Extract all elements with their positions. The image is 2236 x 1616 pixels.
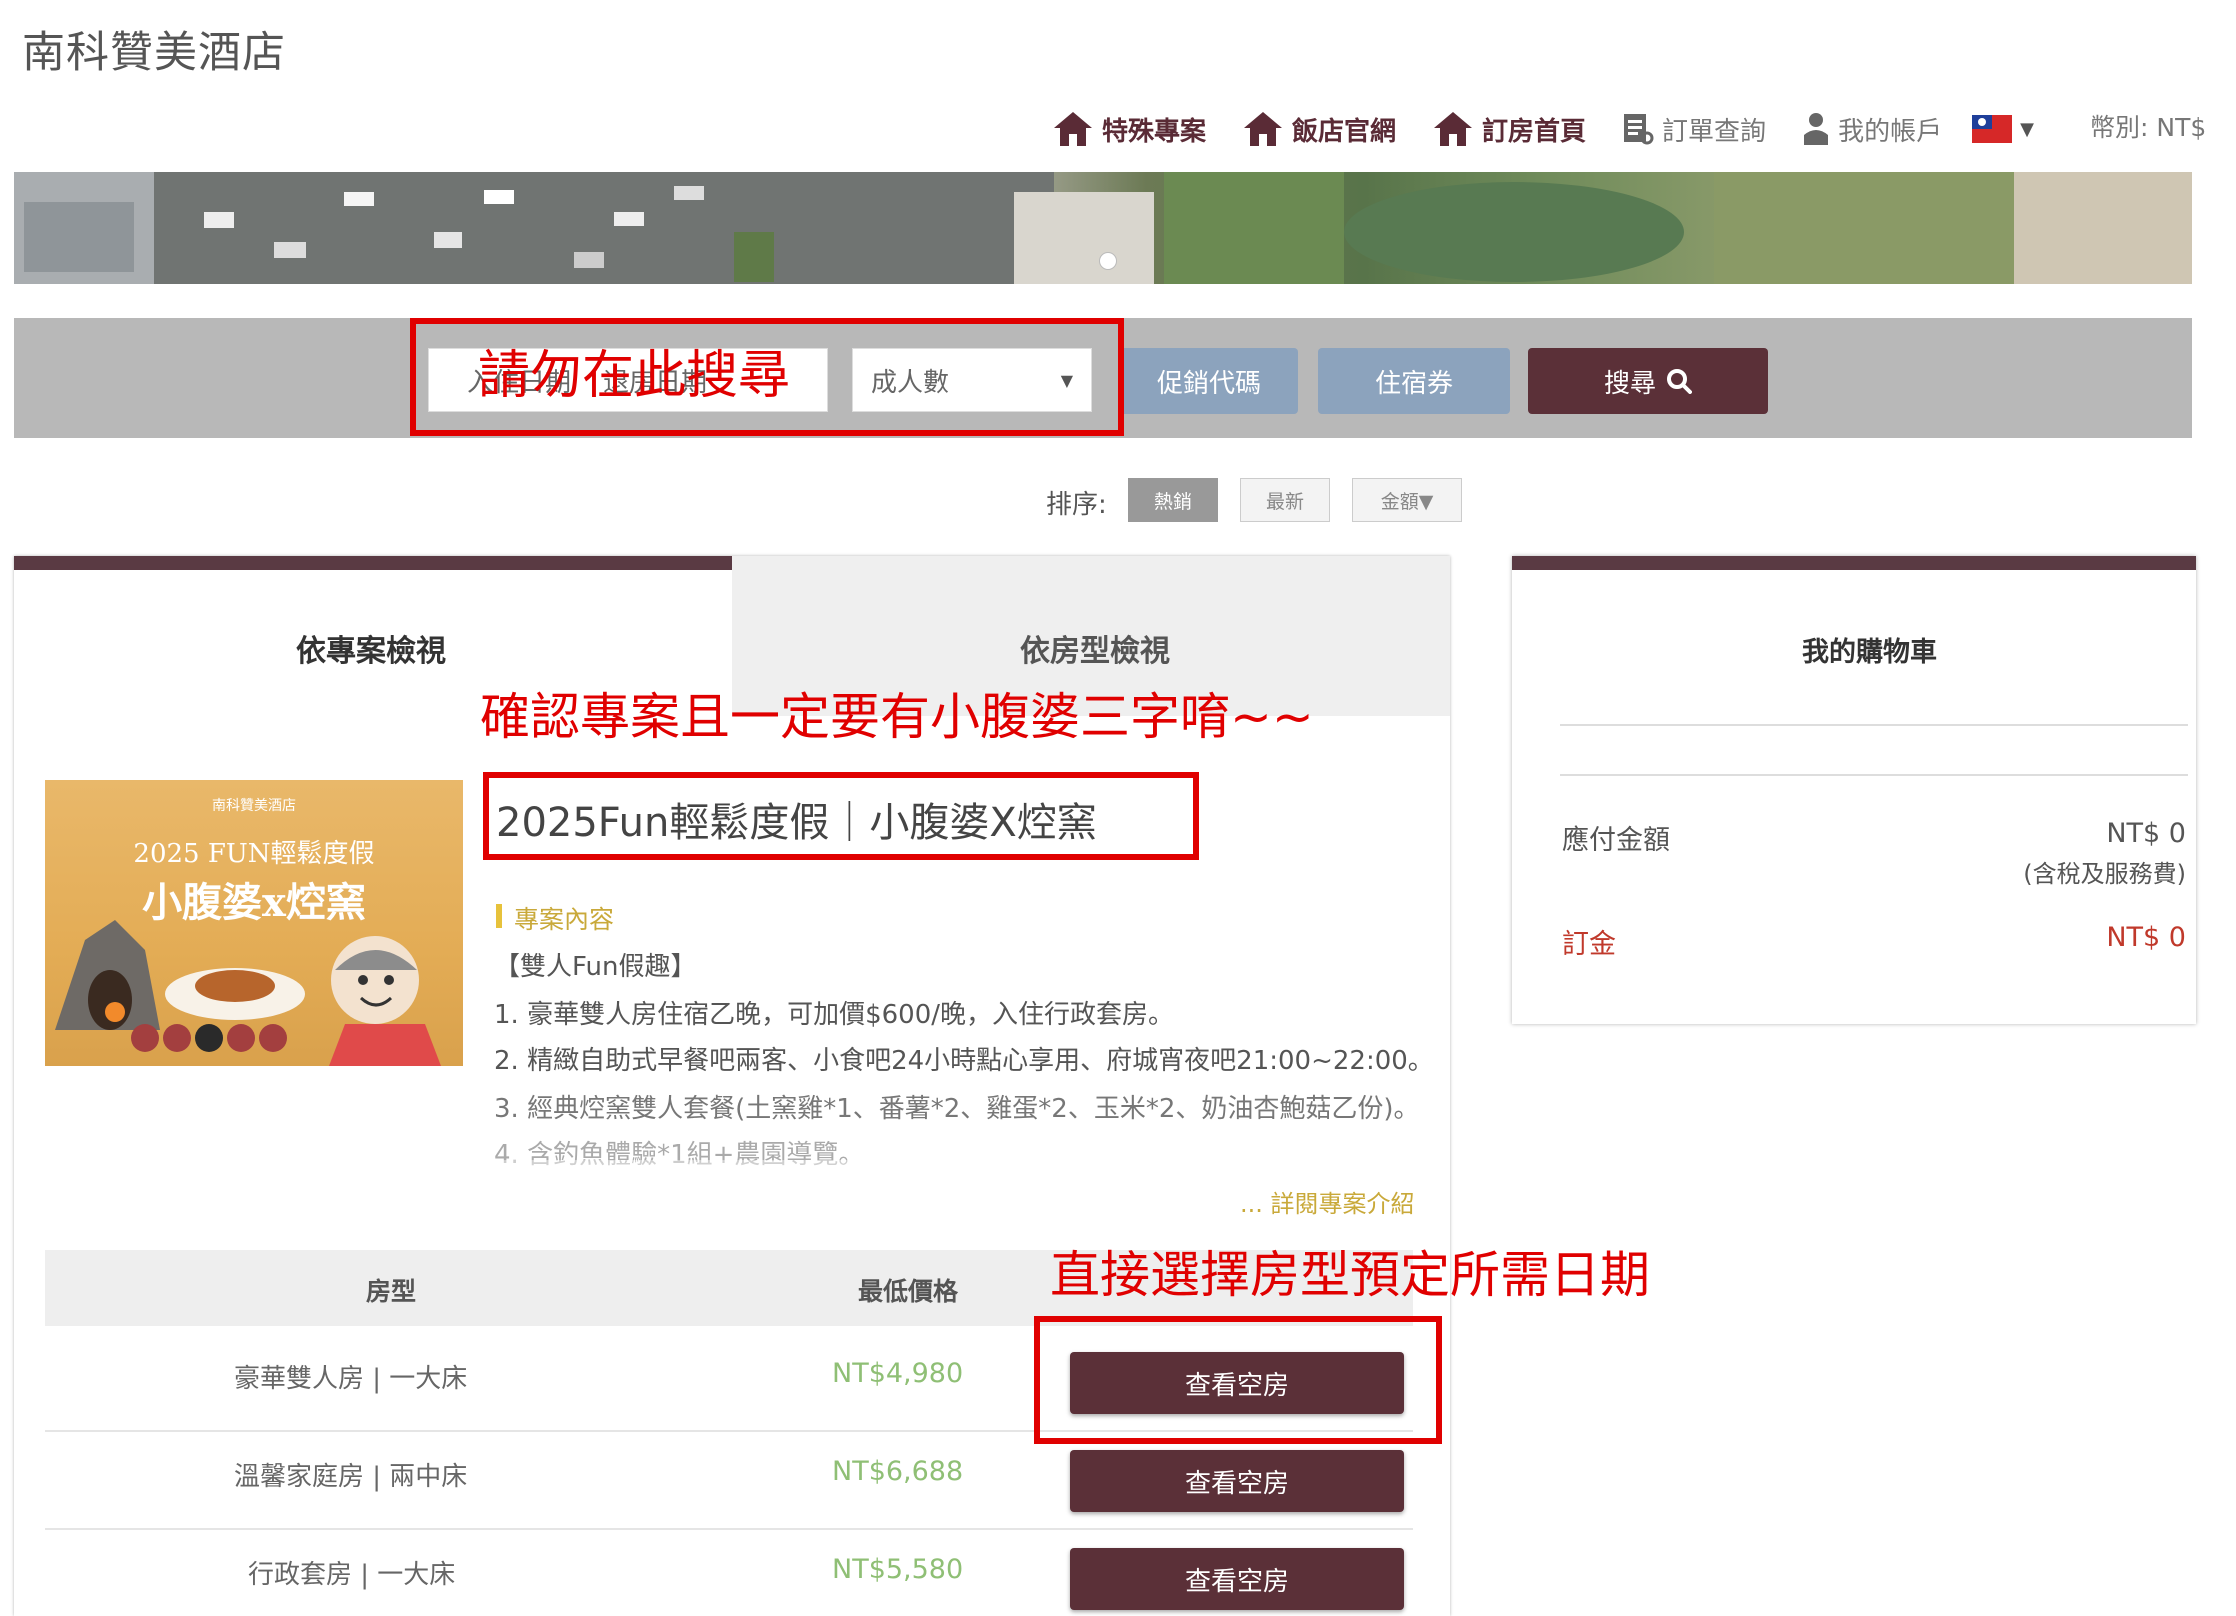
language-selector[interactable]: ▼ (1972, 115, 2034, 143)
plan-image[interactable]: 南科贊美酒店 2025 FUN輕鬆度假 小腹婆x焢窯 (45, 780, 463, 1066)
taiwan-flag-icon (1972, 115, 2013, 143)
home-icon (1244, 112, 1283, 146)
image-title: 2025 FUN輕鬆度假 (133, 839, 374, 869)
deposit-label: 訂金 (1562, 929, 1616, 960)
cart-divider (1560, 724, 2188, 726)
room-price-0: NT$4,980 (832, 1358, 964, 1389)
check-availability-button[interactable]: 查看空房 (1070, 1548, 1404, 1610)
promo-code-button[interactable]: 促銷代碼 (1120, 348, 1298, 414)
nav-order-query[interactable]: 訂單查詢 (1622, 111, 1766, 148)
section-label: 專案內容 (514, 905, 615, 934)
home-icon (1054, 112, 1092, 146)
room-name-1: 溫馨家庭房 | 兩中床 (234, 1462, 468, 1492)
content-fade (490, 1160, 1230, 1210)
annotation-room-text: 直接選擇房型預定所需日期 (1050, 1246, 1650, 1304)
active-tab-indicator (14, 556, 732, 570)
hotel-name: 南科贊美酒店 (22, 28, 286, 78)
tab-by-plan[interactable]: 依專案檢視 (296, 626, 446, 670)
image-subtitle: 小腹婆x焢窯 (142, 879, 366, 926)
nav-account-label: 我的帳戶 (1838, 116, 1943, 147)
nav-official-label: 飯店官網 (1292, 116, 1397, 147)
payable-value: NT$ 0 (2106, 818, 2186, 849)
order-document-icon (1624, 114, 1654, 145)
room-name-2: 行政套房 | 一大床 (248, 1560, 456, 1590)
nav-my-account[interactable]: 我的帳戶 (1802, 111, 1942, 148)
sort-price-button[interactable]: 金額▼ (1352, 478, 1462, 522)
currency-label[interactable]: 幣別: NT$ (2090, 108, 2206, 144)
col-room-type: 房型 (366, 1277, 417, 1306)
check-availability-button[interactable]: 查看空房 (1070, 1450, 1404, 1512)
annotation-search-text: 請勿在此搜尋 (478, 346, 791, 406)
room-price-1: NT$6,688 (832, 1456, 964, 1487)
caret-down-icon: ▼ (2020, 118, 2034, 140)
payable-label: 應付金額 (1562, 825, 1670, 856)
row-divider (45, 1528, 1413, 1530)
cart-divider (1560, 774, 2188, 776)
deposit-value: NT$ 0 (2106, 922, 2186, 953)
nav-booking-label: 訂房首頁 (1482, 116, 1587, 147)
search-icon (1667, 369, 1692, 394)
cart-top-bar (1512, 556, 2196, 570)
voucher-label: 住宿券 (1374, 368, 1453, 399)
plan-line-0: 【雙人Fun假趣】 (494, 952, 697, 982)
plan-illustration: 南科贊美酒店 2025 FUN輕鬆度假 小腹婆x焢窯 (55, 798, 441, 1066)
sort-label: 排序: (1046, 490, 1107, 520)
tax-note: (含稅及服務費) (2023, 860, 2186, 888)
plan-line-2: 2. 精緻自助式早餐吧兩客、小食吧24小時點心享用、府城宵夜吧21:00~22:… (494, 1046, 1434, 1076)
annotation-room-box (1034, 1316, 1442, 1444)
annotation-plan-title-box (483, 772, 1199, 860)
image-garden-badges (131, 1024, 287, 1052)
plan-line-3: 3. 經典焢窯雙人套餐(土窯雞*1、番薯*2、雞蛋*2、玉米*2、奶油杏鮑菇乙份… (494, 1094, 1420, 1124)
search-button[interactable]: 搜尋 (1528, 348, 1768, 414)
nav-special-plans[interactable]: 特殊專案 (1052, 110, 1206, 148)
carousel-dot[interactable] (1099, 252, 1117, 270)
image-hotel-logo: 南科贊美酒店 (212, 798, 296, 814)
check-availability-label: 查看空房 (1184, 1468, 1289, 1499)
top-nav: 特殊專案 飯店官網 訂房首頁 訂單查詢 我的帳戶 ▼ (1052, 104, 2072, 154)
promo-code-label: 促銷代碼 (1156, 368, 1261, 399)
nav-special-label: 特殊專案 (1102, 116, 1207, 147)
room-price-2: NT$5,580 (832, 1554, 964, 1585)
sort-hot-button[interactable]: 熱銷 (1128, 478, 1218, 522)
tab-by-room-label[interactable]: 依房型檢視 (1020, 626, 1170, 670)
nav-booking-home[interactable]: 訂房首頁 (1432, 110, 1586, 148)
col-min-price: 最低價格 (858, 1277, 959, 1306)
search-label: 搜尋 (1603, 368, 1656, 399)
section-marker (496, 904, 502, 928)
cart-title: 我的購物車 (1802, 637, 1937, 668)
more-details-link[interactable]: ... 詳閱專案介紹 (1240, 1184, 1415, 1219)
room-name-0: 豪華雙人房 | 一大床 (234, 1364, 468, 1394)
nav-order-label: 訂單查詢 (1662, 116, 1767, 147)
voucher-button[interactable]: 住宿券 (1318, 348, 1510, 414)
plan-line-1: 1. 豪華雙人房住宿乙晚，可加價$600/晚，入住行政套房。 (494, 1000, 1174, 1030)
nav-hotel-official[interactable]: 飯店官網 (1242, 110, 1396, 148)
check-availability-label: 查看空房 (1184, 1566, 1289, 1597)
sort-newest-button[interactable]: 最新 (1240, 478, 1330, 522)
home-icon (1434, 112, 1473, 146)
annotation-plan-text: 確認專案且一定要有小腹婆三字唷~~ (480, 688, 1314, 746)
user-icon (1804, 113, 1829, 145)
